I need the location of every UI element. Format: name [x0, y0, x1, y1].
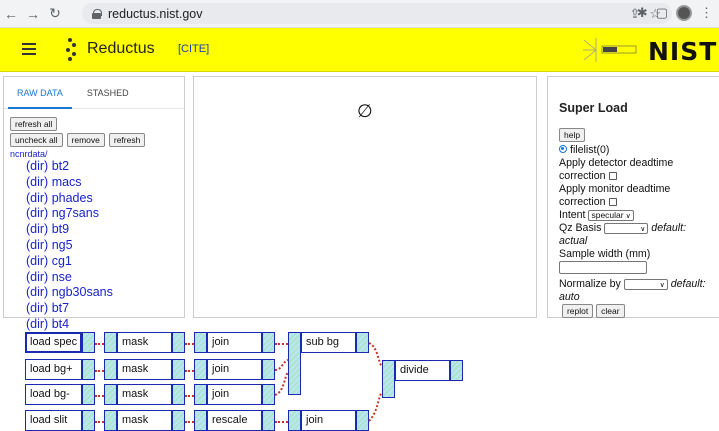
forward-icon[interactable]: →	[22, 6, 44, 22]
file-list: (dir) bt2 (dir) macs (dir) phades (dir) …	[4, 159, 184, 333]
qz-default-value: actual	[559, 235, 588, 247]
normalize-default-value: auto	[559, 291, 580, 303]
back-icon[interactable]: ←	[0, 6, 22, 22]
app-header: Reductus [CITE] NIST	[0, 28, 719, 72]
refresh-button[interactable]: refresh	[108, 133, 146, 147]
lock-icon	[92, 8, 102, 19]
qz-basis-select[interactable]: ∨	[604, 223, 649, 234]
menu-icon[interactable]: ⋮	[700, 5, 713, 21]
profile-icon[interactable]	[676, 5, 692, 21]
uncheck-all-button[interactable]: uncheck all	[10, 133, 63, 147]
tab-raw-data[interactable]: RAW DATA	[8, 77, 72, 109]
filelist-label: filelist(0)	[570, 144, 610, 156]
qz-default-label: default:	[651, 222, 687, 234]
empty-plot-placeholder: ∅	[357, 101, 373, 121]
address-bar[interactable]: reductus.nist.gov	[82, 3, 672, 24]
url-text: reductus.nist.gov	[108, 6, 203, 21]
data-source-panel: RAW DATA STASHED refresh all uncheck all…	[3, 76, 185, 331]
list-item[interactable]: (dir) ng5	[26, 238, 184, 254]
list-item[interactable]: (dir) bt7	[26, 301, 184, 317]
list-item[interactable]: (dir) nse	[26, 270, 184, 286]
cite-link[interactable]: [CITE]	[178, 43, 209, 55]
normalize-label: Normalize by	[559, 278, 621, 290]
sample-width-input[interactable]	[559, 261, 647, 274]
module-title: Super Load	[559, 101, 628, 115]
intent-select[interactable]: specular ∨	[588, 210, 634, 221]
hamburger-icon[interactable]	[22, 43, 36, 55]
current-path[interactable]: ncnrdata/	[4, 147, 184, 159]
extensions-icon[interactable]: ✱	[637, 5, 648, 21]
help-button[interactable]: help	[559, 128, 586, 142]
list-item[interactable]: (dir) bt9	[26, 222, 184, 238]
intent-value: specular	[591, 210, 624, 220]
clear-button[interactable]: clear	[596, 304, 625, 318]
list-item[interactable]: (dir) phades	[26, 191, 184, 207]
source-tabs: RAW DATA STASHED	[4, 77, 184, 109]
wire-curves	[274, 342, 383, 422]
normalize-default-label: default:	[670, 278, 706, 290]
browser-toolbar: ← → ↻ reductus.nist.gov ⇪ ☆ ✱ ▢ ⋮	[0, 0, 719, 28]
module-params-panel: Super Load help filelist(0) Apply detect…	[547, 76, 719, 318]
normalize-select[interactable]: ∨	[623, 279, 668, 290]
dataflow-diagram: load spec mask join sub bg load bg+ mask…	[0, 322, 719, 431]
nist-seal-icon	[583, 38, 637, 62]
list-item[interactable]: (dir) bt2	[26, 159, 184, 175]
reload-icon[interactable]: ↻	[44, 5, 66, 22]
intent-label: Intent	[559, 209, 586, 221]
list-item[interactable]: (dir) ng7sans	[26, 206, 184, 222]
replot-button[interactable]: replot	[561, 304, 594, 318]
chevron-down-icon: ∨	[625, 213, 631, 220]
nist-logo[interactable]: NIST	[648, 37, 717, 66]
filelist-radio[interactable]	[559, 145, 567, 153]
plot-panel: ∅	[193, 76, 537, 318]
list-item[interactable]: (dir) ngb30sans	[26, 285, 184, 301]
monitor-deadtime-checkbox[interactable]	[608, 198, 617, 206]
list-item[interactable]: (dir) macs	[26, 175, 184, 191]
chevron-down-icon: ∨	[659, 282, 665, 289]
sidepanel-icon[interactable]: ▢	[656, 5, 668, 21]
remove-button[interactable]: remove	[66, 133, 105, 147]
sample-width-label: Sample width (mm)	[559, 248, 651, 260]
list-item[interactable]: (dir) cg1	[26, 254, 184, 270]
tab-stashed[interactable]: STASHED	[78, 77, 138, 108]
qz-basis-label: Qz Basis	[559, 222, 602, 234]
app-title: Reductus	[87, 40, 155, 57]
refresh-all-button[interactable]: refresh all	[10, 117, 58, 131]
reductus-logo-icon	[66, 38, 80, 62]
detector-deadtime-checkbox[interactable]	[608, 172, 617, 180]
chevron-down-icon: ∨	[640, 226, 646, 233]
